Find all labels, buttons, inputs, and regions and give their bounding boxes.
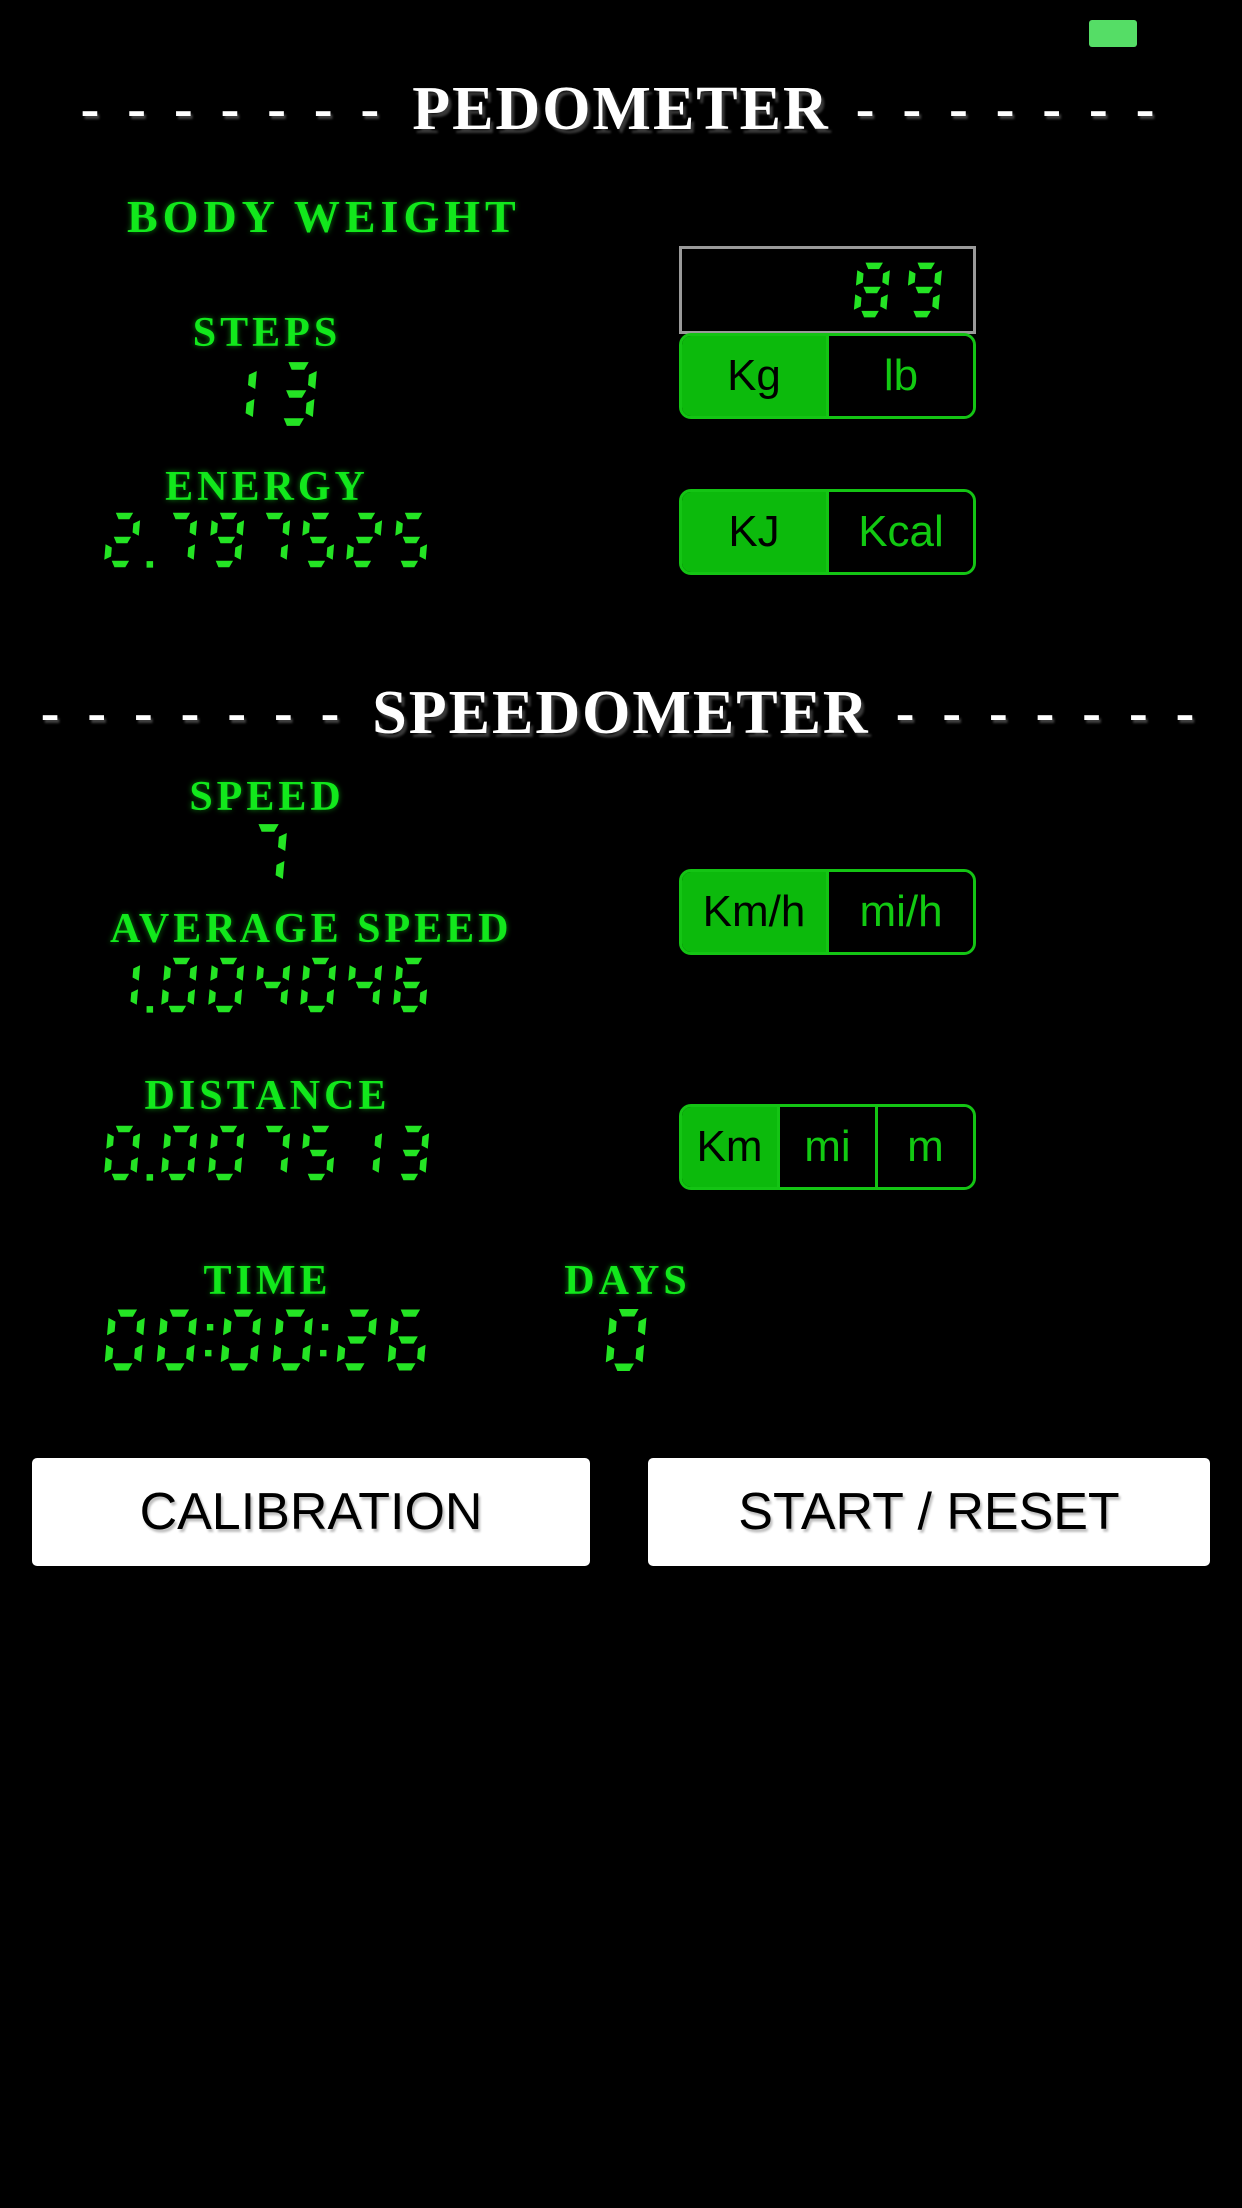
energy-label: ENERGY (165, 464, 369, 510)
speed-unit-option-kmh[interactable]: Km/h (682, 872, 826, 952)
distance-unit-km-label: Km (696, 1122, 763, 1171)
header-dashes-left: - - - - - - - (80, 78, 387, 140)
distance-unit-toggle[interactable]: Km mi m (679, 1104, 976, 1190)
speed-unit-option-mih[interactable]: mi/h (826, 872, 973, 952)
distance-unit-mi-label: mi (804, 1122, 851, 1171)
weight-unit-lb-label: lb (883, 351, 919, 400)
speed-unit-mih-label: mi/h (859, 887, 943, 936)
distance-unit-option-m[interactable]: m (875, 1107, 973, 1187)
time-label: TIME (203, 1258, 332, 1304)
energy-unit-kj-label: KJ (728, 507, 780, 556)
calibration-button[interactable]: CALIBRATION (32, 1458, 590, 1566)
body-weight-input[interactable] (679, 246, 976, 334)
start-reset-button-label: START / RESET (738, 1483, 1120, 1541)
speedometer-header-dashes-right: - - - - - - - (895, 682, 1202, 744)
average-speed-label: AVERAGE SPEED (110, 906, 513, 952)
recording-indicator (1089, 20, 1137, 47)
body-weight-label: BODY WEIGHT (127, 191, 521, 242)
energy-unit-option-kj[interactable]: KJ (682, 492, 826, 572)
distance-value (100, 1118, 435, 1188)
distance-unit-option-mi[interactable]: mi (777, 1107, 875, 1187)
energy-unit-option-kcal[interactable]: Kcal (826, 492, 973, 572)
page-title: PEDOMETER (412, 75, 830, 143)
distance-label: DISTANCE (144, 1073, 391, 1119)
weight-unit-option-lb[interactable]: lb (826, 336, 973, 416)
header-dashes-right: - - - - - - - (855, 78, 1162, 140)
average-speed-value (100, 950, 435, 1020)
weight-unit-option-kg[interactable]: Kg (682, 336, 826, 416)
calibration-button-label: CALIBRATION (139, 1483, 483, 1541)
time-value (100, 1305, 435, 1375)
weight-unit-toggle[interactable]: Kg lb (679, 333, 976, 419)
speedometer-header-dashes-left: - - - - - - - (40, 682, 347, 744)
speed-label: SPEED (189, 774, 345, 820)
steps-label: STEPS (192, 310, 342, 356)
speed-unit-kmh-label: Km/h (702, 887, 806, 936)
start-reset-button[interactable]: START / RESET (648, 1458, 1210, 1566)
speed-unit-toggle[interactable]: Km/h mi/h (679, 869, 976, 955)
energy-unit-kcal-label: Kcal (858, 507, 944, 556)
body-weight-value (847, 259, 951, 321)
energy-unit-toggle[interactable]: KJ Kcal (679, 489, 976, 575)
days-value (500, 1305, 755, 1375)
distance-unit-option-km[interactable]: Km (682, 1107, 777, 1187)
speedometer-section-header: - - - - - - - SPEEDOMETER - - - - - - - (0, 682, 1242, 744)
pedometer-section-header: - - - - - - - PEDOMETER - - - - - - - (0, 78, 1242, 140)
weight-unit-kg-label: Kg (727, 351, 781, 400)
days-label: DAYS (564, 1258, 691, 1304)
speed-value (127, 820, 407, 892)
energy-value (100, 505, 435, 575)
steps-value (127, 358, 407, 430)
distance-unit-m-label: m (907, 1122, 944, 1171)
speedometer-title: SPEEDOMETER (372, 679, 870, 747)
